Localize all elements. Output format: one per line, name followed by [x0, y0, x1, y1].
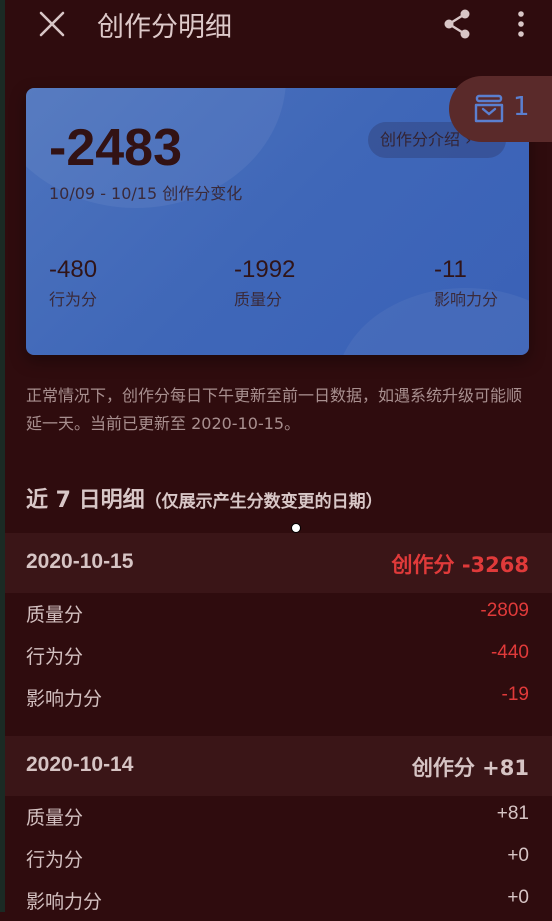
card-decoration	[336, 288, 529, 355]
score-row-value: -440	[490, 642, 529, 663]
date-range: 10/09 - 10/15 创作分变化	[49, 184, 243, 203]
floating-inbox-badge[interactable]: 1	[449, 76, 552, 142]
day-summary: 创作分 -3268	[391, 553, 529, 577]
share-icon[interactable]	[441, 8, 473, 40]
top-app-bar: 创作分明细	[5, 0, 552, 48]
section-subtitle: （仅展示产生分数变更的日期）	[144, 492, 383, 512]
influence-score-stat: -11 影响力分	[434, 256, 498, 310]
score-row-label: 影响力分	[26, 891, 103, 913]
badge-count: 1	[513, 92, 530, 122]
score-row: 质量分 -2809	[26, 594, 529, 634]
stat-label: 质量分	[234, 290, 283, 309]
score-row: 质量分 +81	[26, 797, 529, 837]
score-row-value: -2809	[480, 600, 529, 621]
stat-value: -480	[49, 256, 98, 283]
score-row: 影响力分 +0	[26, 881, 529, 921]
total-score: -2483	[49, 119, 182, 177]
stat-value: -1992	[234, 256, 296, 283]
score-row-label: 行为分	[26, 849, 84, 871]
score-summary-card: -2483 10/09 - 10/15 创作分变化 创作分介绍 › -480 行…	[26, 88, 529, 355]
score-row: 影响力分 -19	[26, 678, 529, 718]
score-row-label: 行为分	[26, 646, 84, 668]
day-summary: 创作分 +81	[411, 756, 529, 780]
page-title: 创作分明细	[97, 12, 232, 43]
day-header: 2020-10-14 创作分 +81	[5, 736, 552, 796]
inbox-icon	[474, 94, 504, 123]
score-row-label: 质量分	[26, 807, 84, 829]
score-row-label: 质量分	[26, 604, 84, 626]
close-icon[interactable]	[35, 10, 69, 38]
score-row: 行为分 -440	[26, 636, 529, 676]
score-row-value: +0	[507, 845, 529, 866]
score-row-label: 影响力分	[26, 688, 103, 710]
stat-label: 行为分	[49, 290, 98, 309]
day-date: 2020-10-15	[26, 550, 134, 573]
more-options-icon[interactable]	[511, 10, 531, 38]
day-date: 2020-10-14	[26, 753, 134, 776]
stat-label: 影响力分	[434, 290, 499, 309]
section-title: 近 7 日明细（仅展示产生分数变更的日期）	[26, 482, 383, 514]
score-row-value: -19	[501, 684, 529, 705]
stat-value: -11	[434, 256, 467, 283]
quality-score-stat: -1992 质量分	[234, 256, 295, 310]
update-notice: 正常情况下，创作分每日下午更新至前一日数据，如遇系统升级可能顺延一天。当前已更新…	[26, 386, 523, 433]
mouse-cursor	[291, 523, 301, 533]
behavior-score-stat: -480 行为分	[49, 256, 97, 310]
score-row-value: +0	[507, 887, 529, 908]
day-header: 2020-10-15 创作分 -3268	[5, 533, 552, 593]
section-title-text: 近 7 日明细	[26, 488, 145, 513]
score-row-value: +81	[496, 803, 529, 824]
score-row: 行为分 +0	[26, 839, 529, 879]
